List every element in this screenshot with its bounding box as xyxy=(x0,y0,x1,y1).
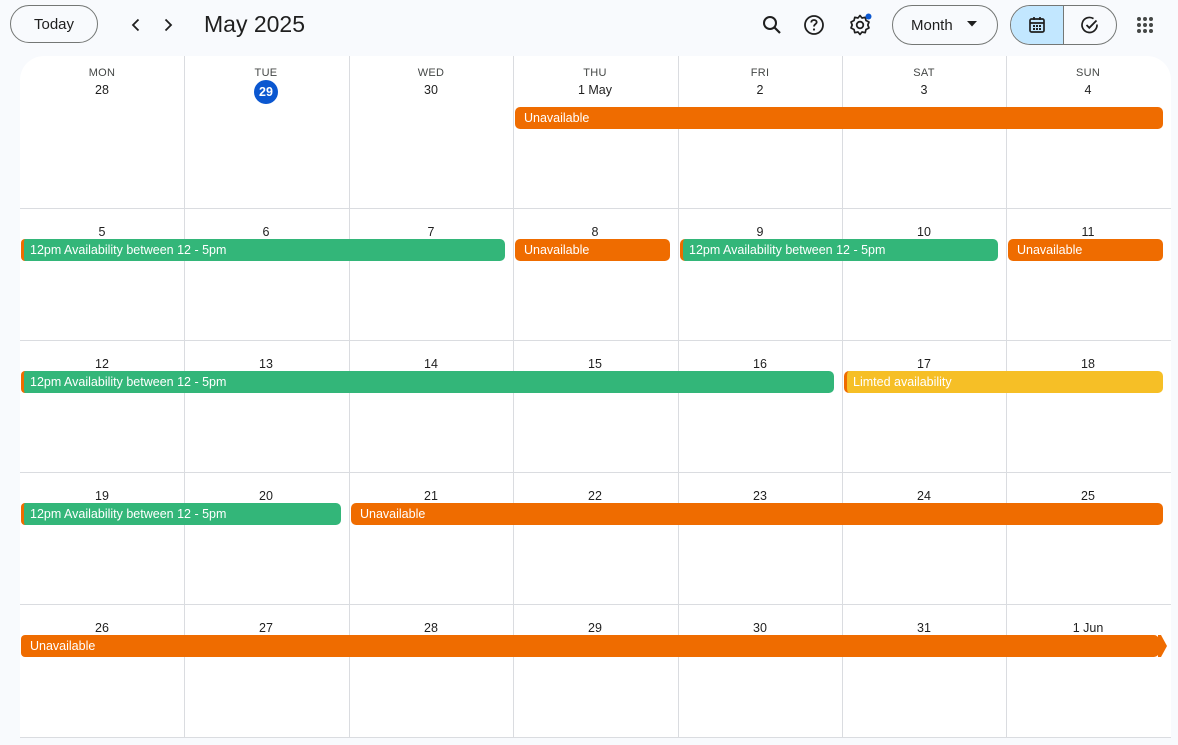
day-number[interactable]: 8 xyxy=(513,225,677,239)
settings-icon xyxy=(850,13,872,36)
day-number[interactable]: 18 xyxy=(1006,357,1170,371)
day-number[interactable]: 22 xyxy=(513,489,677,503)
day-cell[interactable]: SUN 4 xyxy=(1006,67,1170,207)
day-number[interactable]: 29 xyxy=(513,621,677,635)
day-number[interactable]: 15 xyxy=(513,357,677,371)
event-chip[interactable]: Unavailable xyxy=(351,503,1163,525)
day-cell[interactable]: 31 xyxy=(842,615,1006,737)
previous-month-button[interactable] xyxy=(118,7,154,43)
day-cell[interactable]: 26 xyxy=(20,615,184,737)
day-number[interactable]: 12 xyxy=(20,357,184,371)
calendar-view-button[interactable] xyxy=(1011,6,1064,44)
day-number[interactable]: 26 xyxy=(20,621,184,635)
day-number[interactable]: 21 xyxy=(349,489,513,503)
tasks-view-button[interactable] xyxy=(1064,6,1116,44)
day-number[interactable]: 20 xyxy=(184,489,348,503)
day-number[interactable]: 23 xyxy=(678,489,842,503)
weekday-label: MON xyxy=(88,67,116,79)
weekday-label: THU xyxy=(583,67,607,79)
day-number[interactable]: 31 xyxy=(842,621,1006,635)
day-number[interactable]: 4 xyxy=(1006,83,1170,97)
day-cell[interactable]: 27 xyxy=(184,615,348,737)
next-month-button[interactable] xyxy=(150,7,186,43)
day-number[interactable]: 1 Jun xyxy=(1006,621,1170,635)
day-number[interactable]: 30 xyxy=(678,621,842,635)
calendar-icon xyxy=(1029,17,1045,33)
task-check-icon xyxy=(1081,16,1098,34)
day-number[interactable]: 28 xyxy=(349,621,513,635)
day-number[interactable]: 14 xyxy=(349,357,513,371)
day-number[interactable]: 7 xyxy=(349,225,513,239)
chevron-right-icon xyxy=(164,18,173,32)
weekday-label: SUN xyxy=(1075,67,1101,79)
today-button[interactable]: Today xyxy=(10,5,98,43)
day-number[interactable]: 5 xyxy=(20,225,184,239)
weekday-label: SAT xyxy=(913,67,935,79)
event-chip[interactable]: 12pm Availability between 12 - 5pm xyxy=(680,239,998,261)
search-icon xyxy=(763,16,781,34)
day-cell[interactable]: THU 1 May xyxy=(513,67,677,207)
row-divider xyxy=(20,208,1171,209)
day-cell[interactable]: TUE 29 xyxy=(184,67,348,207)
day-number[interactable]: 16 xyxy=(678,357,842,371)
day-cell[interactable]: SAT 3 xyxy=(842,67,1006,207)
day-number[interactable]: 30 xyxy=(349,83,513,97)
event-chip[interactable]: Unavailable xyxy=(21,635,1159,657)
event-chip[interactable]: Unavailable xyxy=(515,107,1163,129)
event-chip[interactable]: Unavailable xyxy=(1008,239,1163,261)
weekday-label: TUE xyxy=(254,67,278,79)
day-cell[interactable]: FRI 2 xyxy=(678,67,842,207)
day-number[interactable]: 10 xyxy=(842,225,1006,239)
weekday-label: FRI xyxy=(750,67,770,79)
help-icon xyxy=(804,15,824,35)
today-indicator[interactable]: 29 xyxy=(254,80,278,104)
chevron-left-icon xyxy=(131,18,140,32)
apps-grid-icon xyxy=(1137,17,1153,33)
day-cell[interactable]: MON 28 xyxy=(20,67,184,207)
view-select-value: Month xyxy=(911,16,953,34)
help-button[interactable] xyxy=(796,7,832,43)
event-chip[interactable]: 12pm Availability between 12 - 5pm xyxy=(21,239,505,261)
view-toggle xyxy=(1010,5,1117,45)
day-cell[interactable]: 1 Jun xyxy=(1006,615,1170,737)
day-number[interactable]: 11 xyxy=(1006,225,1170,239)
calendar-toolbar: Today May 2025 Month xyxy=(0,0,1178,50)
page-title: May 2025 xyxy=(204,11,306,37)
day-number[interactable]: 13 xyxy=(184,357,348,371)
day-number[interactable]: 25 xyxy=(1006,489,1170,503)
view-select[interactable]: Month xyxy=(892,5,998,45)
event-chip[interactable]: Unavailable xyxy=(515,239,670,261)
day-number[interactable]: 9 xyxy=(678,225,842,239)
day-number[interactable]: 2 xyxy=(678,83,842,97)
day-number[interactable]: 1 May xyxy=(513,83,677,97)
day-number[interactable]: 27 xyxy=(184,621,348,635)
day-number[interactable]: 28 xyxy=(20,83,184,97)
event-continues-arrow-icon xyxy=(1158,635,1167,657)
settings-button[interactable] xyxy=(842,7,878,43)
day-number[interactable]: 6 xyxy=(184,225,348,239)
day-cell[interactable]: WED 30 xyxy=(349,67,513,207)
day-cell[interactable]: 28 xyxy=(349,615,513,737)
day-number[interactable]: 29 xyxy=(184,80,348,104)
search-button[interactable] xyxy=(754,7,790,43)
apps-button[interactable] xyxy=(1127,7,1163,43)
event-chip[interactable]: 12pm Availability between 12 - 5pm xyxy=(21,371,834,393)
event-chip[interactable]: Limted availability xyxy=(844,371,1163,393)
day-number[interactable]: 3 xyxy=(842,83,1006,97)
day-cell[interactable]: 29 xyxy=(513,615,677,737)
day-number[interactable]: 24 xyxy=(842,489,1006,503)
day-number[interactable]: 19 xyxy=(20,489,184,503)
weekday-label: WED xyxy=(417,67,445,79)
event-chip[interactable]: 12pm Availability between 12 - 5pm xyxy=(21,503,341,525)
caret-down-icon xyxy=(967,21,977,27)
day-cell[interactable]: 30 xyxy=(678,615,842,737)
month-grid: MON 28 TUE 29 WED 30 THU 1 May FRI 2 SAT 3 SUN 4 5 6 7 8 9… xyxy=(20,56,1171,738)
day-number[interactable]: 17 xyxy=(842,357,1006,371)
